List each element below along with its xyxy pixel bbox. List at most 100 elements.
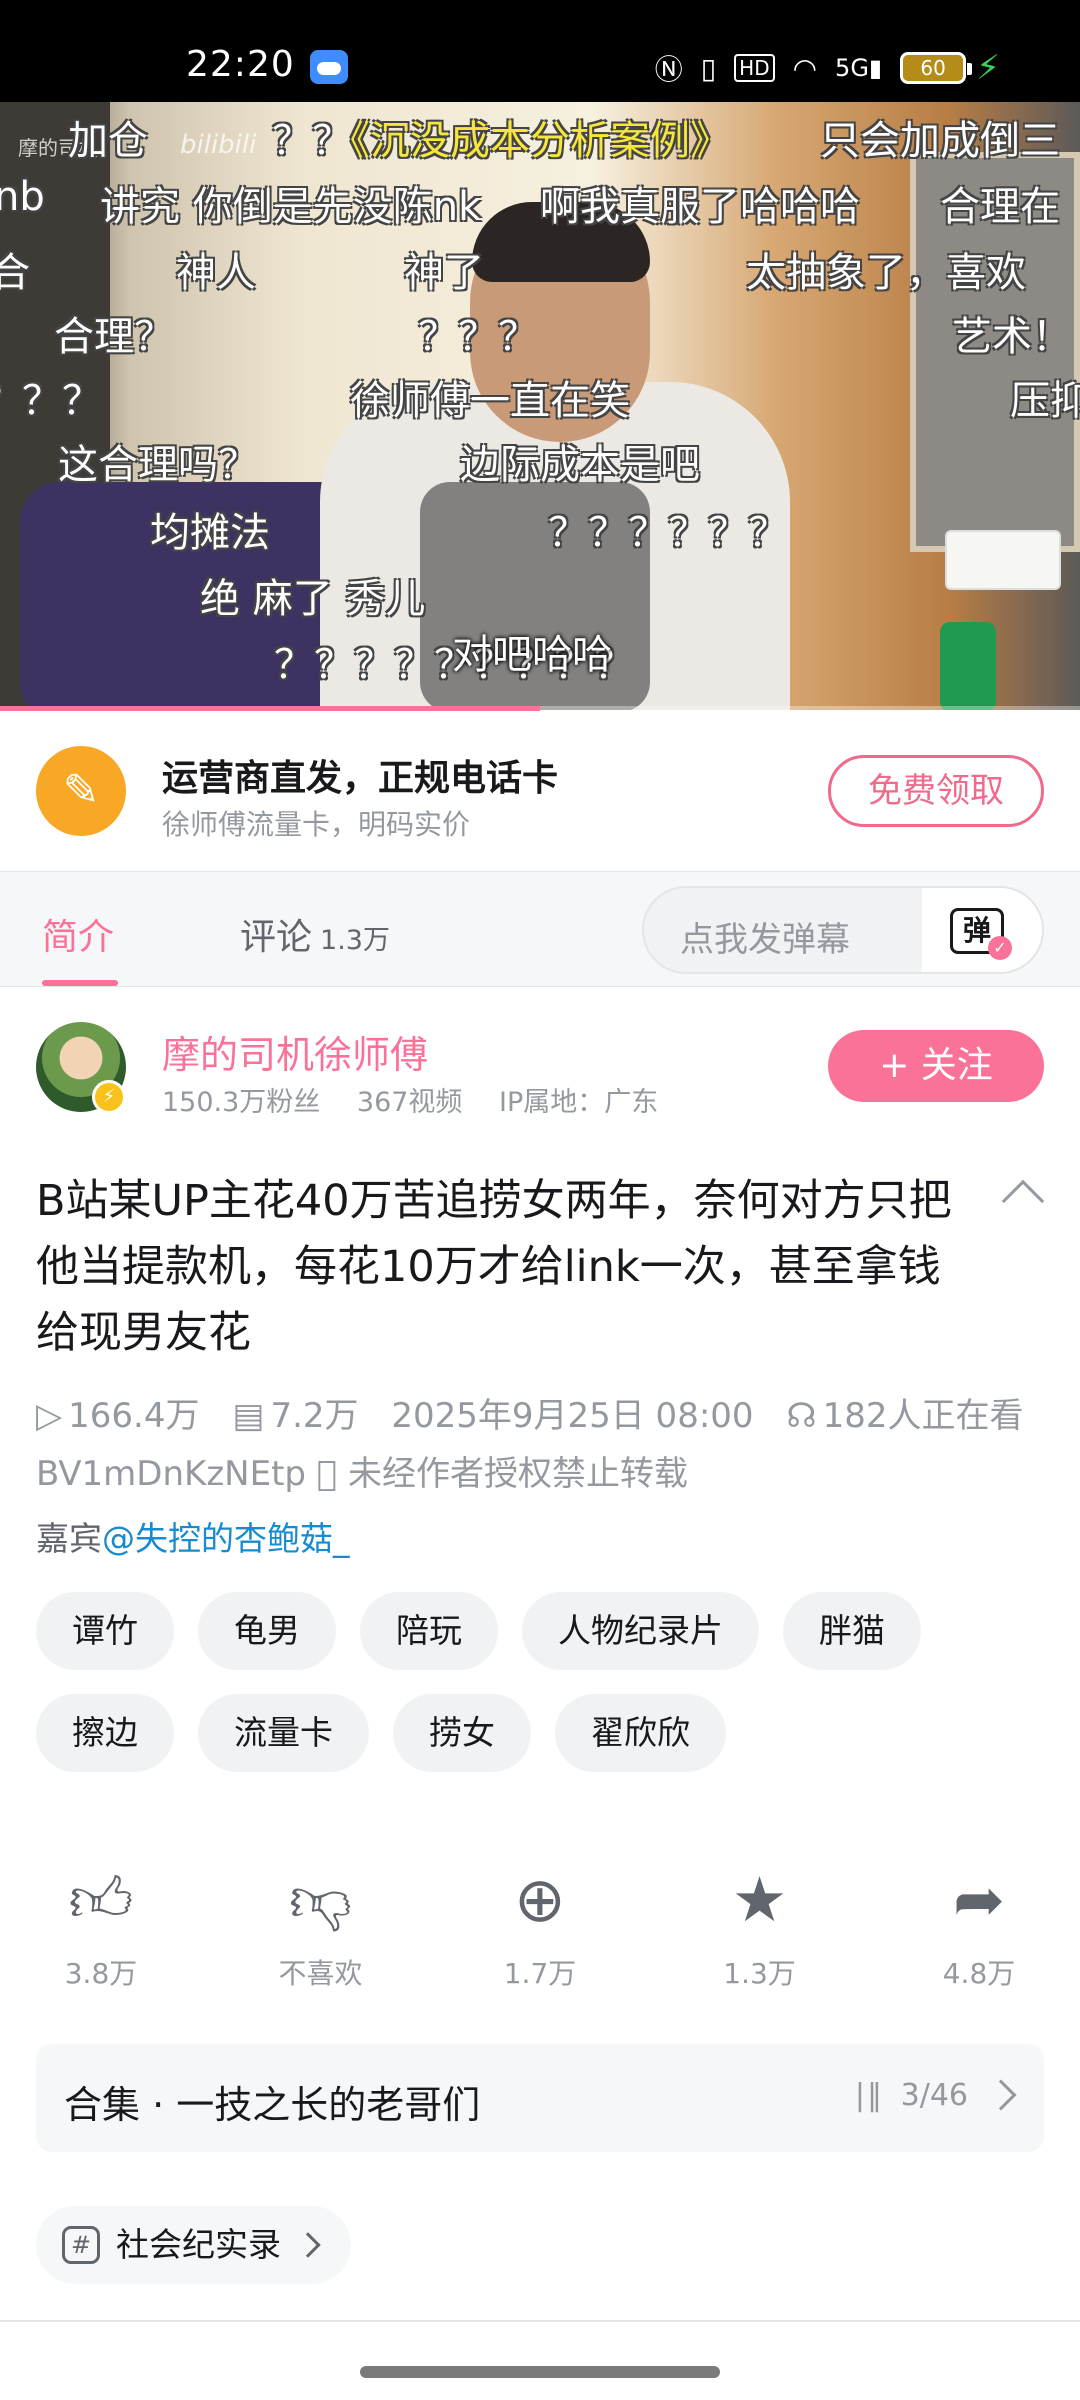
dislike-label: 不喜欢 [278, 1957, 363, 1990]
danmaku-comment: 啊我真服了哈哈哈 [540, 184, 860, 230]
dislike-button[interactable]: 👎︎ 不喜欢 [256, 1860, 386, 1992]
video-title: B站某UP主花40万苦追捞女两年，奈何对方只把他当提款机，每花10万才给link… [36, 1176, 952, 1358]
danmaku-comment: 徐师傅一直在笑 [350, 378, 630, 424]
danmaku-comment: 只会加成倒三 [820, 118, 1060, 164]
coin-count: 1.7万 [503, 1957, 577, 1990]
danmaku-input[interactable]: 点我发弹幕 弹 ✓ [642, 886, 1044, 974]
danmaku-toggle-button[interactable]: 弹 ✓ [922, 888, 1042, 972]
tag-chip[interactable]: 翟欣欣 [555, 1694, 726, 1772]
tab-bar: 简介 评论 1.3万 点我发弹幕 弹 ✓ [0, 871, 1080, 987]
danmaku-count-icon: ▤ [232, 1396, 265, 1436]
danmaku-comment: 合理？ [54, 314, 174, 360]
no-reprint-notice: 未经作者授权禁止转载 [348, 1454, 689, 1494]
tag-chip[interactable]: 捞女 [393, 1694, 531, 1772]
tag-chip[interactable]: 流量卡 [198, 1694, 369, 1772]
collection-progress: 3/46 [900, 2078, 968, 2113]
check-icon: ✓ [988, 936, 1012, 960]
ad-title: 运营商直发，正规电话卡 [162, 758, 559, 799]
tab-comments[interactable]: 评论 1.3万 [240, 908, 390, 960]
danmaku-comment: ？？？？？？ [548, 510, 788, 556]
guest-line: 嘉宾@失控的杏鲍菇_ [36, 1512, 350, 1560]
coin-button[interactable]: ⊕ 1.7万 [475, 1860, 605, 1992]
star-icon: ★ [731, 1863, 788, 1936]
coin-icon: ⊕ [514, 1863, 566, 1936]
share-icon: ➦ [953, 1863, 1005, 1936]
danmaku-count: 7.2万 [270, 1396, 359, 1436]
chevron-right-icon [985, 2079, 1017, 2111]
hashtag-icon: # [62, 2226, 100, 2264]
uploader-stats: 150.3万粉丝 367视频 IP属地：广东 [162, 1080, 686, 1119]
tab-comments-label: 评论 [240, 917, 313, 958]
uploader-ip: IP属地：广东 [499, 1087, 659, 1118]
tag-chip[interactable]: 胖猫 [783, 1592, 921, 1670]
tag-chip[interactable]: 人物纪录片 [522, 1592, 759, 1670]
tab-comments-count: 1.3万 [320, 925, 390, 956]
danmaku-comment: 神了 [404, 250, 484, 296]
divider [0, 2320, 1080, 2322]
uploader-videos: 367视频 [356, 1087, 463, 1118]
category-label: 社会纪实录 [116, 2225, 281, 2264]
share-count: 4.8万 [942, 1957, 1016, 1990]
lightning-badge-icon: ⚡ [92, 1080, 126, 1114]
danmaku-comment: 太抽象了，喜欢 [746, 250, 1026, 296]
nfc-icon: Ⓝ [654, 53, 683, 86]
play-count: 166.4万 [68, 1396, 200, 1436]
favorite-count: 1.3万 [723, 1957, 796, 1990]
play-count-icon: ▷ [36, 1396, 63, 1436]
tab-intro[interactable]: 简介 [42, 908, 114, 960]
danmaku-comment: 讲究 你倒是先没陈nk [100, 184, 482, 230]
ad-subtitle: 徐师傅流量卡，明码实价 [162, 808, 471, 841]
playlist-icon: |‖ [854, 2078, 884, 2113]
chevron-up-icon[interactable] [1001, 1179, 1045, 1223]
video-meta-secondary: BV1mDnKzNEtp ⃠ 未经作者授权禁止转载 [36, 1446, 688, 1495]
danmaku-comment: 合理在 [940, 184, 1060, 230]
danmaku-comment: 合 [0, 250, 30, 296]
action-bar: 👍︎ 3.8万 👎︎ 不喜欢 ⊕ 1.7万 ★ 1.3万 ➦ 4.8万 [36, 1860, 1044, 1992]
favorite-button[interactable]: ★ 1.3万 [695, 1860, 825, 1992]
danmaku-comment: 绝 麻了 秀儿 [200, 576, 426, 622]
pencil-icon: ✎ [36, 746, 126, 836]
follow-button[interactable]: + 关注 [828, 1030, 1044, 1102]
thumbs-up-icon: 👍︎ [68, 1863, 134, 1936]
tag-chip[interactable]: 陪玩 [360, 1592, 498, 1670]
like-count: 3.8万 [64, 1957, 138, 1990]
signal-icon: 5G▮ [835, 54, 883, 82]
tag-chip[interactable]: 擦边 [36, 1694, 174, 1772]
status-bar: 22:20 Ⓝ ▯ HD ◠ 5G▮ 60 ⚡ [0, 0, 1080, 102]
share-button[interactable]: ➦ 4.8万 [914, 1860, 1044, 1992]
danmaku-comment: 边际成本是吧 [460, 442, 700, 488]
tag-chip[interactable]: 龟男 [198, 1592, 336, 1670]
wifi-icon: ◠ [792, 51, 818, 85]
danmaku-comment: 艺术！ [952, 314, 1072, 360]
like-button[interactable]: 👍︎ 3.8万 [36, 1860, 166, 1992]
category-chip[interactable]: # 社会纪实录 [36, 2206, 351, 2284]
guest-link[interactable]: @失控的杏鲍菇_ [102, 1519, 350, 1558]
watching-icon: ☊ [786, 1396, 817, 1436]
watching-count: 182人正在看 [822, 1396, 1024, 1436]
publish-date: 2025年9月25日 08:00 [391, 1396, 754, 1436]
bilibili-watermark-logo: bilibili [180, 130, 257, 160]
vibrate-icon: ▯ [700, 51, 717, 85]
tag-chip[interactable]: 谭竹 [36, 1592, 174, 1670]
video-subtitle: 对吧哈哈 [452, 632, 612, 678]
status-time: 22:20 [186, 44, 295, 85]
video-scene-outlet [945, 530, 1061, 590]
danmaku-comment: 这合理吗？ [58, 442, 258, 488]
uploader-name[interactable]: 摩的司机徐师傅 [162, 1024, 428, 1079]
danmaku-comment: 均摊法 [150, 510, 270, 556]
home-indicator[interactable] [360, 2366, 720, 2378]
danmaku-comment: 压抑 [1010, 378, 1080, 424]
hd-icon: HD [734, 54, 775, 82]
video-player[interactable]: 摩的司机 bilibili 加仓 ？？ 《沉没成本分析案例》 只会加成倒三 nb… [0, 102, 1080, 710]
ad-banner[interactable]: ✎ 运营商直发，正规电话卡 徐师傅流量卡，明码实价 免费领取 [0, 711, 1080, 871]
danmaku-comment: 神人 [176, 250, 256, 296]
charging-icon: ⚡ [976, 48, 1000, 88]
free-claim-button[interactable]: 免费领取 [828, 755, 1044, 827]
collection-row[interactable]: 合集 · 一技之长的老哥们 |‖ 3/46 [36, 2044, 1044, 2152]
danmaku-comment: 加仓 [68, 118, 148, 164]
thumbs-down-icon: 👎︎ [289, 1863, 352, 1936]
chevron-right-icon [295, 2232, 321, 2258]
tab-active-indicator [42, 980, 118, 986]
danmaku-comment: ？？？ [0, 378, 102, 424]
bvid[interactable]: BV1mDnKzNEtp [36, 1454, 306, 1494]
